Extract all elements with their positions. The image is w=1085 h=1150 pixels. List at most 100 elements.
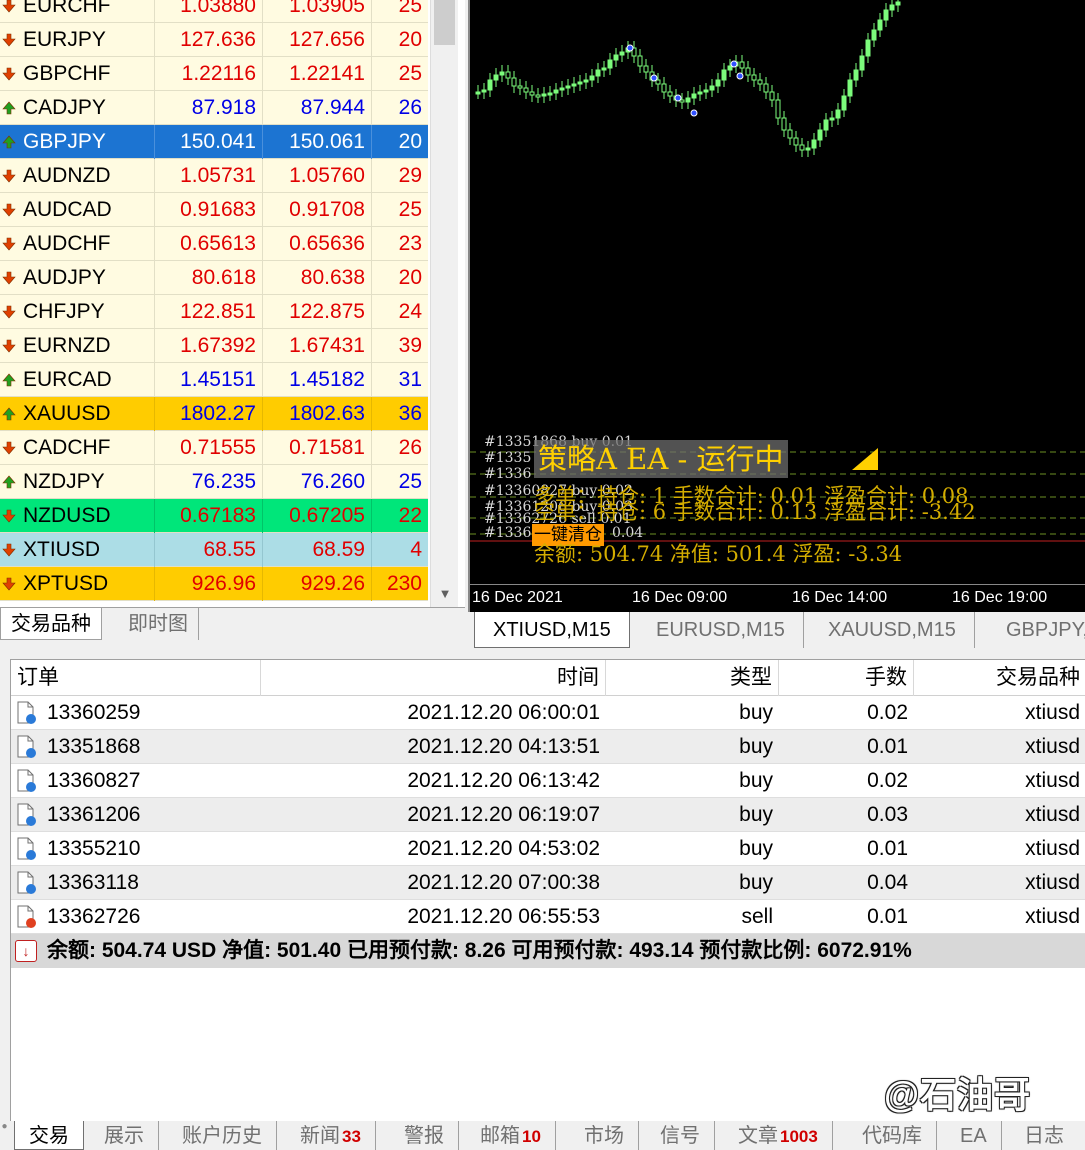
tab-chart-xauusd[interactable]: XAUUSD,M15 xyxy=(810,612,975,648)
market-row-nzdusd[interactable]: NZDUSD 0.67183 0.67205 22 xyxy=(0,499,428,533)
order-type: buy xyxy=(739,735,773,758)
candle-body xyxy=(703,89,709,93)
table-row[interactable]: 13360827 2021.12.20 06:13:42 buy 0.02 xtiusd xyxy=(11,764,1085,798)
table-row[interactable]: 13360259 2021.12.20 06:00:01 buy 0.02 xtiusd xyxy=(11,696,1085,730)
tab-terminal-0[interactable]: 交易 xyxy=(14,1121,84,1150)
time-label: 16 Dec 14:00 xyxy=(792,589,888,606)
tab-terminal-6[interactable]: 市场 xyxy=(570,1121,639,1150)
tab-terminal-1[interactable]: 展示 xyxy=(90,1121,159,1150)
tab-terminal-9[interactable]: 代码库 xyxy=(848,1121,937,1150)
order-symbol: xtiusd xyxy=(1025,871,1080,894)
candle-body xyxy=(781,117,787,131)
candle-body xyxy=(601,67,607,71)
market-row-eurnzd[interactable]: EURNZD 1.67392 1.67431 39 xyxy=(0,329,428,363)
table-row[interactable]: 13363118 2021.12.20 07:00:38 buy 0.04 xtiusd xyxy=(11,866,1085,900)
order-lots: 0.01 xyxy=(867,837,908,860)
candle-body xyxy=(493,74,499,81)
table-row[interactable]: 13361206 2021.12.20 06:19:07 buy 0.03 xtiusd xyxy=(11,798,1085,832)
candle-body xyxy=(667,91,673,97)
tab-badge: 33 xyxy=(342,1127,361,1146)
candle-body xyxy=(805,147,811,151)
market-row-nzdjpy[interactable]: NZDJPY 76.235 76.260 25 xyxy=(0,465,428,499)
column-lots[interactable]: 手数 xyxy=(779,660,914,696)
table-row[interactable]: 13351868 2021.12.20 04:13:51 buy 0.01 xtiusd xyxy=(11,730,1085,764)
candle-body xyxy=(889,4,895,11)
column-type[interactable]: 类型 xyxy=(606,660,779,696)
market-row-eurjpy[interactable]: EURJPY 127.636 127.656 20 xyxy=(0,23,428,57)
spread-value: 31 xyxy=(398,368,422,391)
order-type: buy xyxy=(739,871,773,894)
order-id: 13362726 xyxy=(47,905,141,928)
tab-symbols[interactable]: 交易品种 xyxy=(0,608,102,640)
tab-chart-gbpjpy[interactable]: GBPJPY, xyxy=(988,612,1085,648)
market-row-audnzd[interactable]: AUDNZD 1.05731 1.05760 29 xyxy=(0,159,428,193)
buy-order-icon xyxy=(17,837,36,860)
bid-price: 80.618 xyxy=(155,261,263,295)
candle-body xyxy=(607,59,613,69)
candle-body xyxy=(583,79,589,83)
market-row-chfjpy[interactable]: CHFJPY 122.851 122.875 24 xyxy=(0,295,428,329)
tab-label: 邮箱 xyxy=(480,1125,520,1147)
spread-value: 25 xyxy=(398,470,422,493)
spread-value: 24 xyxy=(398,300,422,323)
tab-terminal-3[interactable]: 新闻 33 xyxy=(286,1121,376,1150)
ask-price: 127.656 xyxy=(263,23,372,57)
bid-price: 926.96 xyxy=(155,567,263,601)
tab-terminal-10[interactable]: EA xyxy=(946,1121,1002,1150)
ask-price: 1.22141 xyxy=(263,57,372,91)
symbol-name: EURJPY xyxy=(0,23,155,57)
market-row-audchf[interactable]: AUDCHF 0.65613 0.65636 23 xyxy=(0,227,428,261)
spread-value: 25 xyxy=(398,198,422,221)
market-row-cadchf[interactable]: CADCHF 0.71555 0.71581 26 xyxy=(0,431,428,465)
order-lots: 0.01 xyxy=(867,905,908,928)
column-symbol[interactable]: 交易品种 xyxy=(914,660,1085,696)
scroll-down-icon[interactable]: ▼ xyxy=(431,583,459,605)
candle-body xyxy=(709,85,715,91)
tab-terminal-8[interactable]: 文章 1003 xyxy=(724,1121,833,1150)
candle-body xyxy=(523,87,529,93)
tab-terminal-11[interactable]: 日志 xyxy=(1010,1121,1078,1150)
bid-price: 1802.27 xyxy=(155,397,263,431)
price-chart[interactable]: #13351868 buy 0.01#1335#1336#13360827 bu… xyxy=(468,0,1085,612)
order-lots: 0.04 xyxy=(867,871,908,894)
market-row-cadjpy[interactable]: CADJPY 87.918 87.944 26 xyxy=(0,91,428,125)
tab-terminal-7[interactable]: 信号 xyxy=(646,1121,715,1150)
spread-value: 23 xyxy=(398,232,422,255)
market-row-eurcad[interactable]: EURCAD 1.45151 1.45182 31 xyxy=(0,363,428,397)
chart-tabs: XTIUSD,M15 EURUSD,M15 XAUUSD,M15 GBPJPY, xyxy=(470,612,1085,652)
tab-terminal-4[interactable]: 警报 xyxy=(390,1121,459,1150)
market-row-gbpjpy[interactable]: GBPJPY 150.041 150.061 20 xyxy=(0,125,428,159)
market-row-xauusd[interactable]: XAUUSD 1802.27 1802.63 36 xyxy=(0,397,428,431)
market-row-audjpy[interactable]: AUDJPY 80.618 80.638 20 xyxy=(0,261,428,295)
tab-terminal-2[interactable]: 账户历史 xyxy=(168,1121,277,1150)
ask-price: 1.03905 xyxy=(263,0,372,23)
order-line-label: #1335 xyxy=(484,450,532,466)
tab-terminal-5[interactable]: 邮箱 10 xyxy=(466,1121,556,1150)
candle-body xyxy=(487,79,493,91)
market-row-gbpchf[interactable]: GBPCHF 1.22116 1.22141 25 xyxy=(0,57,428,91)
order-line-label: #1336 xyxy=(484,525,532,541)
ask-price: 929.26 xyxy=(263,567,372,601)
order-type: buy xyxy=(739,769,773,792)
spread-value: 230 xyxy=(386,572,422,595)
market-row-audcad[interactable]: AUDCAD 0.91683 0.91708 25 xyxy=(0,193,428,227)
table-row[interactable]: 13362726 2021.12.20 06:55:53 sell 0.01 xtius… xyxy=(11,900,1085,934)
spread-value: 26 xyxy=(398,96,422,119)
ask-price: 87.944 xyxy=(263,91,372,125)
market-row-xtiusd[interactable]: XTIUSD 68.55 68.59 4 xyxy=(0,533,428,567)
table-row[interactable]: 13355210 2021.12.20 04:53:02 buy 0.01 xtiusd xyxy=(11,832,1085,866)
candle-body xyxy=(763,83,769,93)
candle-body xyxy=(823,119,829,131)
candle-body xyxy=(715,79,721,87)
market-row-xptusd[interactable]: XPTUSD 926.96 929.26 230 xyxy=(0,567,428,601)
scrollbar-thumb[interactable] xyxy=(434,0,455,45)
tab-chart-eurusd[interactable]: EURUSD,M15 xyxy=(638,612,804,648)
market-row-eurchf[interactable]: EURCHF 1.03880 1.03905 25 xyxy=(0,0,428,23)
market-watch-scrollbar[interactable]: ▼ xyxy=(430,0,458,607)
candle-body xyxy=(475,91,481,95)
column-order[interactable]: 订单 xyxy=(11,660,261,696)
spread-value: 26 xyxy=(398,436,422,459)
tab-chart-xtiusd[interactable]: XTIUSD,M15 xyxy=(474,612,630,648)
tab-tick-chart[interactable]: 即时图 xyxy=(118,608,199,640)
column-time[interactable]: 时间 xyxy=(261,660,606,696)
